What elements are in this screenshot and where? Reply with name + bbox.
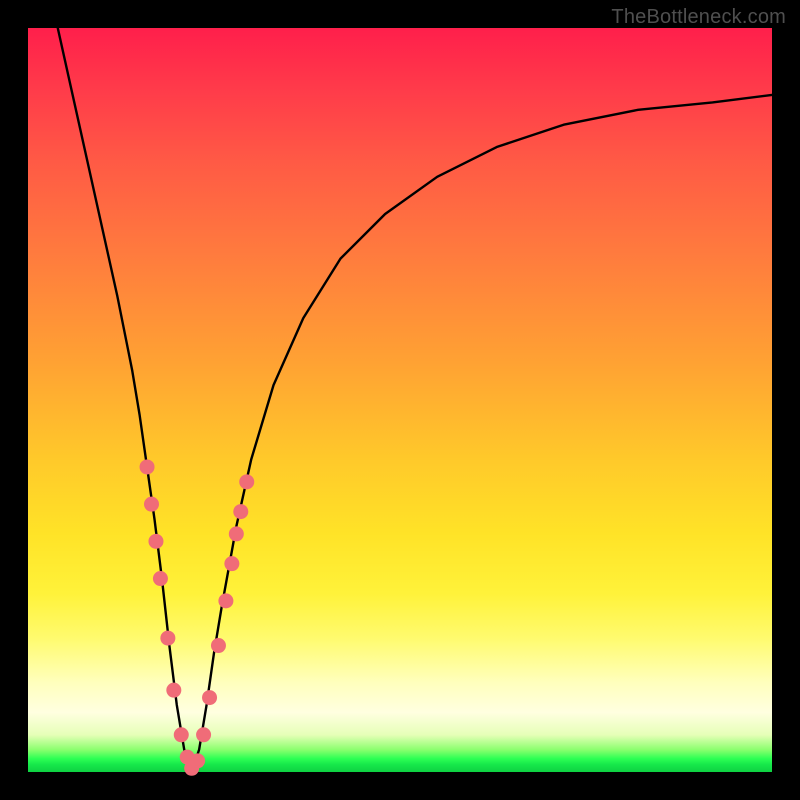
marker-dot	[224, 556, 239, 571]
plot-area	[28, 28, 772, 772]
marker-dot	[153, 571, 168, 586]
marker-dot	[140, 459, 155, 474]
marker-dot	[196, 727, 211, 742]
frame: TheBottleneck.com	[0, 0, 800, 800]
marker-dot	[211, 638, 226, 653]
bottleneck-curve	[58, 28, 772, 772]
marker-dot	[202, 690, 217, 705]
marker-dot	[239, 474, 254, 489]
marker-dot	[190, 753, 205, 768]
marker-dot	[233, 504, 248, 519]
marker-dot	[144, 497, 159, 512]
marker-dot	[174, 727, 189, 742]
highlight-dots	[140, 459, 255, 775]
marker-dot	[229, 526, 244, 541]
marker-dot	[160, 631, 175, 646]
marker-dot	[166, 683, 181, 698]
marker-dot	[148, 534, 163, 549]
watermark-text: TheBottleneck.com	[611, 6, 786, 29]
chart-svg	[28, 28, 772, 772]
marker-dot	[218, 593, 233, 608]
